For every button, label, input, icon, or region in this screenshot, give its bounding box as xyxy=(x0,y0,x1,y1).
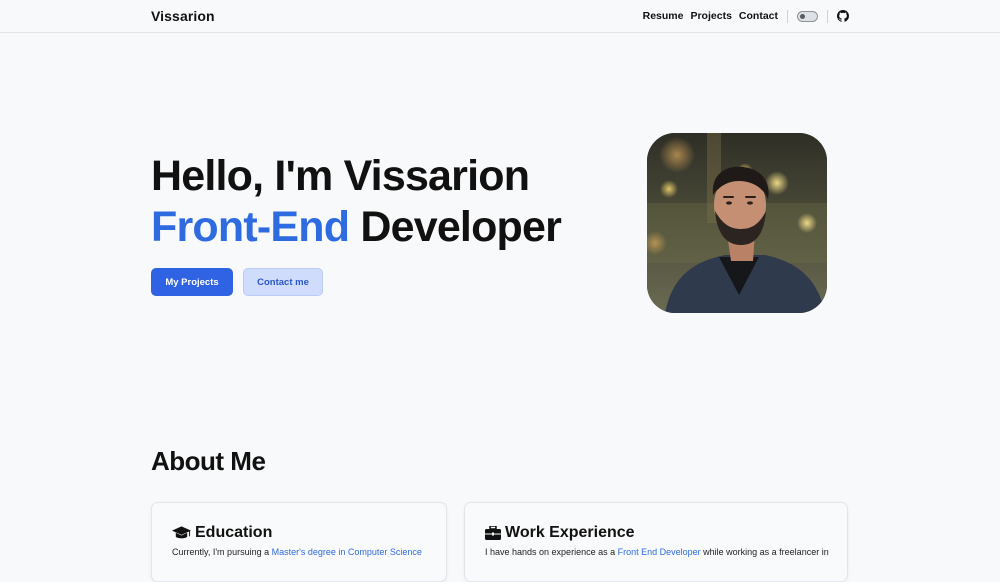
work-experience-card: Work Experience I have hands on experien… xyxy=(464,502,848,582)
brand-logo[interactable]: Vissarion xyxy=(151,8,215,24)
nav-links: Resume Projects Contact xyxy=(643,0,849,32)
nav-link-resume[interactable]: Resume xyxy=(643,10,684,22)
work-heading-row: Work Experience xyxy=(485,524,635,542)
profile-photo-illustration xyxy=(647,133,827,313)
education-text: Currently, I'm pursuing a Master's degre… xyxy=(172,547,422,557)
nav-link-projects[interactable]: Projects xyxy=(690,10,731,22)
education-heading: Education xyxy=(195,524,273,541)
nav-divider xyxy=(787,9,788,23)
work-text: I have hands on experience as a Front En… xyxy=(485,547,829,557)
graduation-cap-icon xyxy=(172,526,191,539)
briefcase-icon xyxy=(485,526,501,540)
hero-greeting: Hello, I'm Vissarion xyxy=(151,152,530,200)
hero-role: Front-End Developer xyxy=(151,203,562,252)
education-link[interactable]: Master's degree in Computer Science xyxy=(272,547,422,557)
nav-divider xyxy=(827,9,828,23)
github-icon[interactable] xyxy=(837,10,849,22)
education-heading-row: Education xyxy=(172,524,272,542)
toggle-knob xyxy=(800,13,805,19)
work-text-end: while working as a freelancer in xyxy=(700,547,829,557)
contact-me-button[interactable]: Contact me xyxy=(243,268,323,296)
hero-role-rest: Developer xyxy=(349,203,562,251)
profile-photo xyxy=(647,133,827,313)
work-link[interactable]: Front End Developer xyxy=(618,547,701,557)
work-heading: Work Experience xyxy=(505,524,635,541)
about-title: About Me xyxy=(151,446,266,476)
education-card: Education Currently, I'm pursuing a Mast… xyxy=(151,502,447,582)
work-text-start: I have hands on experience as a xyxy=(485,547,618,557)
my-projects-button[interactable]: My Projects xyxy=(151,268,233,296)
theme-toggle[interactable] xyxy=(797,10,818,22)
navbar: Vissarion Resume Projects Contact xyxy=(0,0,1000,33)
education-text-start: Currently, I'm pursuing a xyxy=(172,547,272,557)
nav-link-contact[interactable]: Contact xyxy=(739,10,778,22)
hero-role-accent: Front-End xyxy=(151,203,350,251)
